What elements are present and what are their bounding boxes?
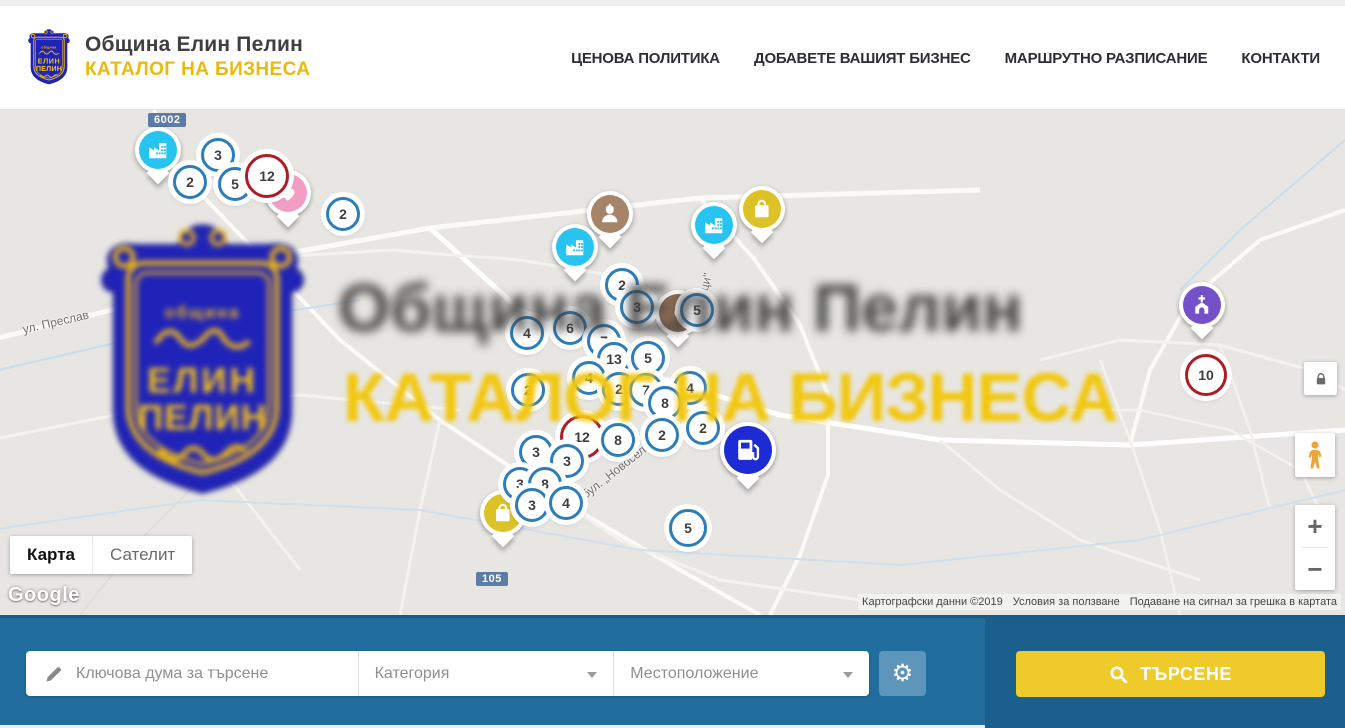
location-select-value: Местоположение <box>630 665 758 683</box>
location-select[interactable]: Местоположение <box>613 651 869 696</box>
cluster-marker[interactable]: 5 <box>669 509 707 547</box>
watermark-emblem <box>85 218 320 502</box>
search-bar: Категория Местоположение ⚙ ТЪРСЕНЕ <box>0 615 1345 725</box>
attribution-terms-link[interactable]: Условия за ползване <box>1013 596 1120 608</box>
search-button[interactable]: ТЪРСЕНЕ <box>1016 651 1325 697</box>
zoom-out-button[interactable]: − <box>1295 548 1335 590</box>
factory-icon <box>556 228 594 266</box>
cluster-marker[interactable]: 3 <box>515 488 549 522</box>
keyword-search-input[interactable] <box>76 665 344 683</box>
header: Община Елин Пелин КАТАЛОГ НА БИЗНЕСА ЦЕН… <box>0 6 1345 110</box>
map-type-control: Карта Сателит <box>10 536 192 574</box>
shopping-bag-icon <box>743 190 781 228</box>
google-map[interactable]: 3251222356471352427482128233383451060021… <box>0 110 1345 615</box>
nav-contacts[interactable]: КОНТАКТИ <box>1241 50 1320 67</box>
factory-icon <box>695 206 733 244</box>
nav-pricing-policy[interactable]: ЦЕНОВА ПОЛИТИКА <box>571 50 720 67</box>
road-number-badge: 105 <box>476 572 508 586</box>
pin-marker-factory[interactable] <box>552 224 598 270</box>
zoom-control: + − <box>1295 505 1335 590</box>
cluster-marker[interactable]: 2 <box>173 165 207 199</box>
road-number-badge: 6002 <box>148 113 186 127</box>
category-select-value: Категория <box>375 665 450 683</box>
search-icon <box>1109 665 1128 684</box>
main-nav: ЦЕНОВА ПОЛИТИКА ДОБАВЕТЕ ВАШИЯТ БИЗНЕС М… <box>571 6 1320 110</box>
attribution-copyright: Картографски данни ©2019 <box>862 596 1003 608</box>
pin-marker-factory[interactable] <box>135 127 181 173</box>
map-type-map-button[interactable]: Карта <box>10 536 92 574</box>
watermark-title: Община Елин Пелин <box>338 270 1208 347</box>
cluster-marker[interactable]: 2 <box>326 197 360 231</box>
municipality-emblem-icon <box>25 28 73 86</box>
lock-icon <box>1313 371 1329 387</box>
pin-marker-worker[interactable] <box>587 191 633 237</box>
street-view-pegman[interactable] <box>1295 433 1335 477</box>
zoom-in-button[interactable]: + <box>1295 505 1335 547</box>
cluster-marker[interactable]: 3 <box>519 435 553 469</box>
google-logo[interactable]: Google <box>8 584 80 607</box>
cluster-marker[interactable]: 12 <box>245 154 289 198</box>
cluster-marker[interactable]: 4 <box>549 486 583 520</box>
advanced-settings-button[interactable]: ⚙ <box>879 651 926 696</box>
category-select[interactable]: Категория <box>358 651 614 696</box>
map-attribution: Картографски данни ©2019 Условия за полз… <box>858 594 1341 610</box>
pegman-icon <box>1304 440 1326 470</box>
watermark-subtitle: КАТАЛОГ НА БИЗНЕСА <box>343 358 1203 437</box>
search-form: Категория Местоположение <box>26 651 869 696</box>
pin-marker-shopping-bag[interactable] <box>739 186 785 232</box>
map-lock-button[interactable] <box>1304 362 1337 395</box>
gear-icon: ⚙ <box>892 659 914 688</box>
chevron-down-icon <box>587 672 597 678</box>
site-title: Община Елин Пелин <box>85 33 310 57</box>
nav-route-schedule[interactable]: МАРШРУТНО РАЗПИСАНИЕ <box>1005 50 1208 67</box>
search-button-label: ТЪРСЕНЕ <box>1140 664 1232 685</box>
pin-marker-factory[interactable] <box>691 202 737 248</box>
worker-icon <box>591 195 629 233</box>
chevron-down-icon <box>843 672 853 678</box>
factory-icon <box>139 131 177 169</box>
nav-add-your-business[interactable]: ДОБАВЕТЕ ВАШИЯТ БИЗНЕС <box>754 50 971 67</box>
map-type-satellite-button[interactable]: Сателит <box>92 536 192 574</box>
keyword-field-wrap <box>26 651 358 696</box>
attribution-report-error-link[interactable]: Подаване на сигнал за грешка в картата <box>1130 596 1337 608</box>
pencil-icon <box>44 664 64 684</box>
site-subtitle: КАТАЛОГ НА БИЗНЕСА <box>85 59 310 81</box>
site-logo[interactable]: Община Елин Пелин КАТАЛОГ НА БИЗНЕСА <box>25 28 310 86</box>
